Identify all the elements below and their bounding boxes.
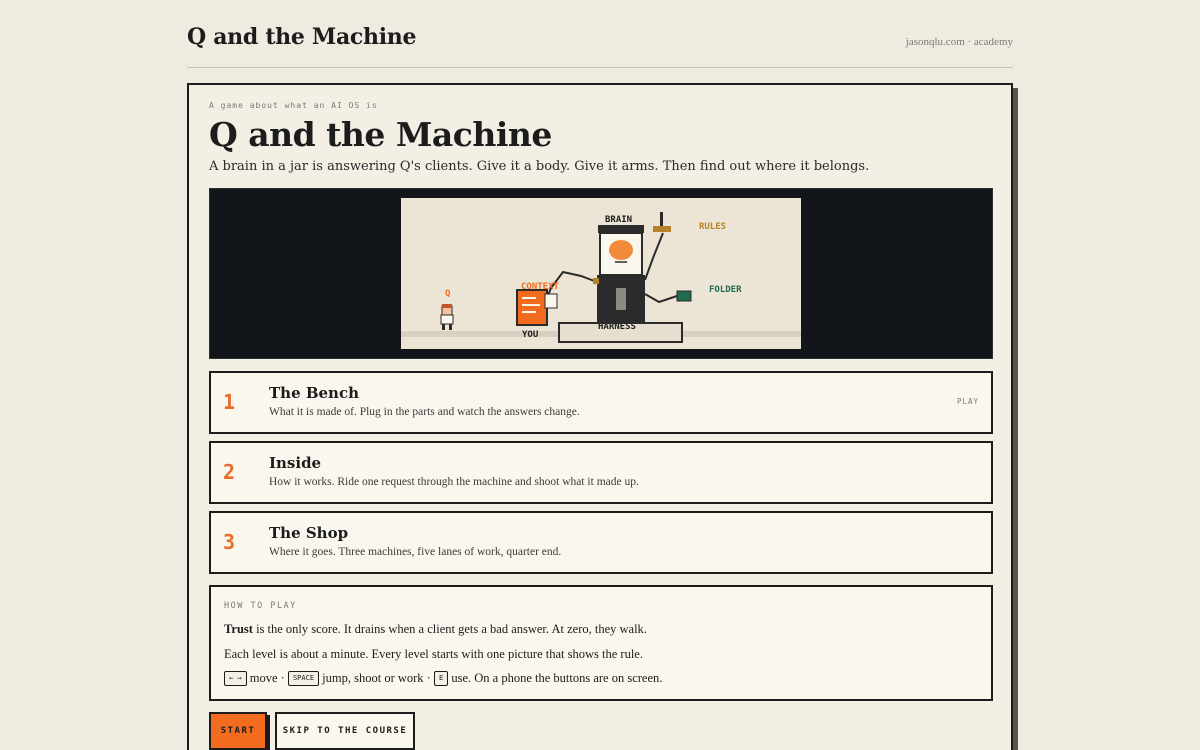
- level-title: The Bench: [269, 384, 359, 402]
- play-tag[interactable]: PLAY: [957, 397, 979, 406]
- brain-label: BRAIN: [605, 215, 632, 225]
- rules-label: RULES: [699, 222, 726, 232]
- game-preview-stage: HARNESS BRAIN RULES FOLDER CONTEXT YOU Q: [209, 188, 993, 359]
- pixel-scene-art: HARNESS BRAIN RULES FOLDER CONTEXT YOU Q: [401, 212, 801, 343]
- arm-rules: [644, 232, 664, 281]
- eyebrow: A game about what an AI OS is: [209, 101, 378, 110]
- context-doc-icon: [516, 289, 548, 326]
- howto-trust-line: Trust is the only score. It drains when …: [224, 622, 647, 636]
- arm-folder: [644, 293, 678, 304]
- arrow-keys-icon: ← →: [224, 671, 247, 686]
- you-label: YOU: [522, 330, 538, 340]
- level-description: Where it goes. Three machines, five lane…: [269, 546, 562, 558]
- howto-controls-line: ← → move · SPACE jump, shoot or work · E…: [224, 671, 662, 686]
- brain-icon: [609, 240, 633, 260]
- folder-label: FOLDER: [709, 285, 742, 295]
- jar-lid: [598, 225, 644, 233]
- body-panel: [616, 288, 626, 310]
- level-card-3[interactable]: 3 The Shop Where it goes. Three machines…: [209, 511, 993, 574]
- skip-to-course-button[interactable]: SKIP TO THE COURSE: [275, 712, 415, 750]
- rules-tool-icon: [653, 226, 671, 232]
- level-description: How it works. Ride one request through t…: [269, 476, 639, 488]
- folder-icon: [676, 290, 692, 302]
- top-bar: Q and the Machine jasonqlu.com · academy: [187, 24, 1013, 68]
- howto-level-line: Each level is about a minute. Every leve…: [224, 647, 643, 661]
- level-number: 3: [223, 530, 236, 554]
- level-number: 2: [223, 460, 236, 484]
- site-link[interactable]: jasonqlu.com · academy: [906, 36, 1013, 48]
- q-character-body: [440, 314, 454, 325]
- space-key-icon: SPACE: [287, 671, 320, 686]
- game-card: A game about what an AI OS is Q and the …: [187, 83, 1013, 750]
- level-title: Inside: [269, 454, 322, 472]
- level-card-1[interactable]: 1 The Bench What it is made of. Plug in …: [209, 371, 993, 434]
- e-key-icon: E: [433, 671, 449, 686]
- site-title[interactable]: Q and the Machine: [187, 24, 416, 50]
- q-label: Q: [445, 289, 451, 299]
- trust-term: Trust: [224, 622, 253, 636]
- level-card-2[interactable]: 2 Inside How it works. Ride one request …: [209, 441, 993, 504]
- game-subtitle: A brain in a jar is answering Q's client…: [209, 159, 870, 174]
- how-to-play-panel: HOW TO PLAY Trust is the only score. It …: [209, 585, 993, 701]
- start-button[interactable]: START: [209, 712, 267, 750]
- level-number: 1: [223, 390, 236, 414]
- pixel-scene: HARNESS BRAIN RULES FOLDER CONTEXT YOU Q: [401, 198, 801, 349]
- level-description: What it is made of. Plug in the parts an…: [269, 406, 580, 418]
- how-to-play-title: HOW TO PLAY: [224, 601, 297, 611]
- level-title: The Shop: [269, 524, 349, 542]
- game-title: Q and the Machine: [209, 115, 552, 154]
- context-label: CONTEXT: [521, 282, 560, 292]
